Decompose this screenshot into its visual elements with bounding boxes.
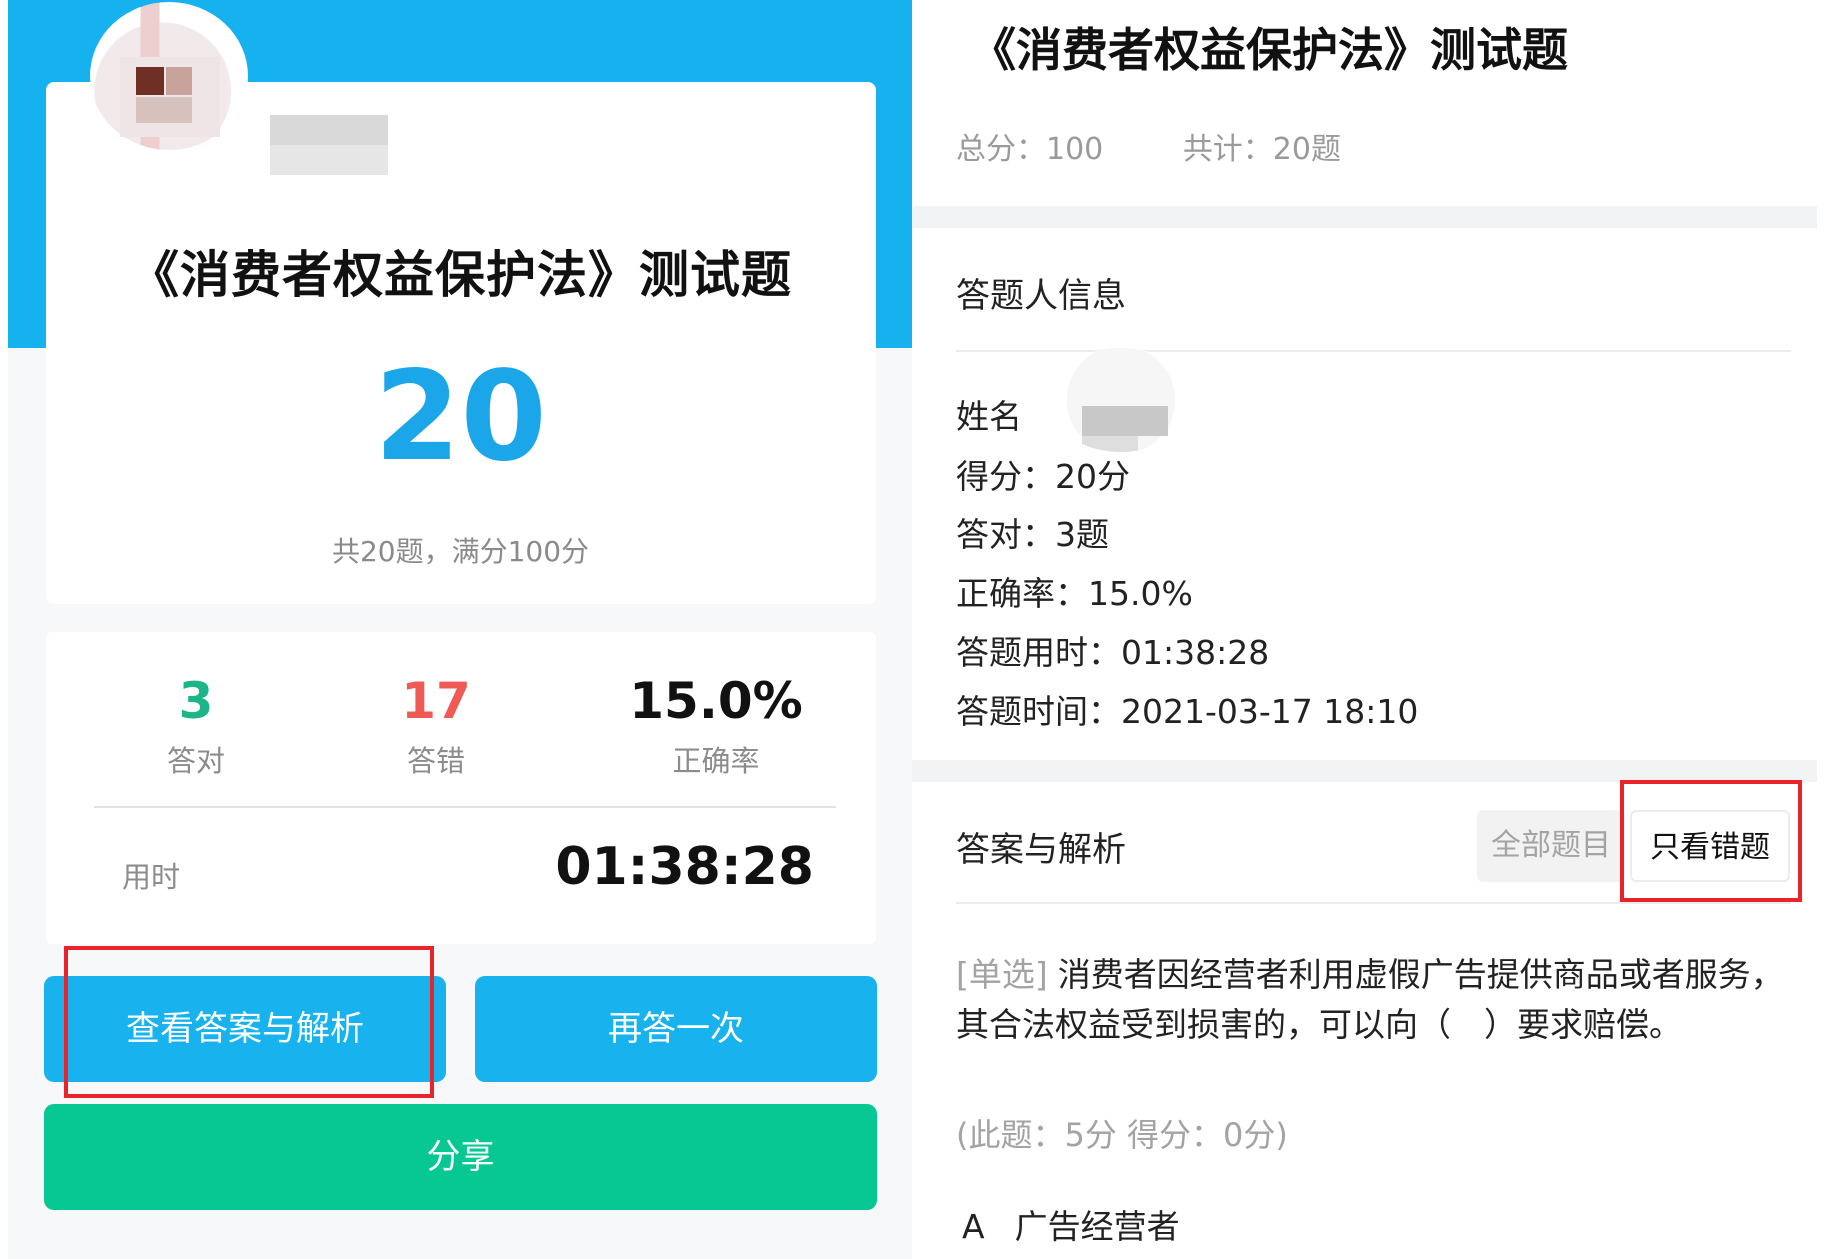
time-value: 01:38:28: [555, 837, 814, 897]
blurred-username: [270, 115, 388, 175]
blurred-name-value: [1048, 348, 1194, 452]
divider: [956, 902, 1791, 904]
total-score: 20: [374, 345, 547, 489]
answers-section-title: 答案与解析: [956, 830, 1126, 870]
score-summary: 共20题，满分100分: [331, 535, 590, 568]
stat-correct: 3 答对: [136, 676, 256, 780]
section-separator: [912, 206, 1817, 228]
time-label: 用时: [122, 860, 181, 894]
stats-card: 3 答对 17 答错 15.0% 正确率 用时 01:38:28: [46, 632, 876, 944]
wrong-count: 17: [401, 672, 471, 730]
analysis-quiz-title: 《消费者权益保护法》测试题: [970, 23, 1568, 77]
divider: [956, 350, 1791, 352]
correct-label: 答对: [166, 744, 225, 778]
question-type: [单选]: [956, 955, 1048, 994]
result-panel: 《消费者权益保护法》测试题 20 共20题，满分100分 3 答对 17 答错 …: [8, 0, 913, 1259]
option-a[interactable]: A 广告经营者: [962, 1200, 1180, 1248]
avatar: [90, 2, 248, 150]
quiz-meta: 总分：100 共计：20题: [956, 124, 1411, 168]
correct-count: 3: [178, 672, 214, 730]
info-duration: 答题用时：01:38:28: [956, 633, 1270, 672]
highlight-box-analysis: [64, 946, 434, 1098]
option-letter: A: [962, 1207, 985, 1246]
option-text: 广告经营者: [1014, 1207, 1180, 1246]
quiz-title: 《消费者权益保护法》测试题: [129, 246, 792, 304]
avatar-pixelated-image: [120, 57, 220, 137]
total-points: 总分：100: [956, 132, 1104, 167]
info-accuracy: 正确率：15.0%: [956, 574, 1193, 613]
accuracy-value: 15.0%: [629, 672, 803, 730]
stats-divider: [94, 806, 836, 808]
info-correct: 答对：3题: [956, 515, 1109, 554]
section-separator: [912, 760, 1817, 782]
stat-wrong: 17 答错: [366, 676, 506, 780]
stat-accuracy: 15.0% 正确率: [616, 676, 816, 780]
respondent-info-title: 答题人信息: [956, 276, 1126, 316]
question-body: 消费者因经营者利用虚假广告提供商品或者服务，其合法权益受到损害的，可以向（ ）要…: [956, 955, 1784, 1044]
score-card: [46, 82, 876, 604]
share-button[interactable]: 分享: [44, 1104, 877, 1210]
question-count: 共计：20题: [1182, 132, 1341, 167]
filter-all-questions-tab[interactable]: 全部题目: [1477, 810, 1625, 882]
question-points: (此题：5分 得分：0分): [956, 1116, 1288, 1154]
question-text: [单选] 消费者因经营者利用虚假广告提供商品或者服务，其合法权益受到损害的，可以向…: [956, 950, 1796, 1050]
analysis-panel: 《消费者权益保护法》测试题 总分：100 共计：20题 答题人信息 姓名 得分：…: [912, 0, 1827, 1259]
highlight-box-wrong-only: [1620, 780, 1802, 902]
info-name-label: 姓名: [956, 397, 1022, 436]
wrong-label: 答错: [406, 744, 465, 778]
retry-button[interactable]: 再答一次: [475, 976, 877, 1082]
info-submit-time: 答题时间：2021-03-17 18:10: [956, 692, 1419, 731]
info-score: 得分：20分: [956, 457, 1130, 496]
accuracy-label: 正确率: [672, 744, 760, 778]
